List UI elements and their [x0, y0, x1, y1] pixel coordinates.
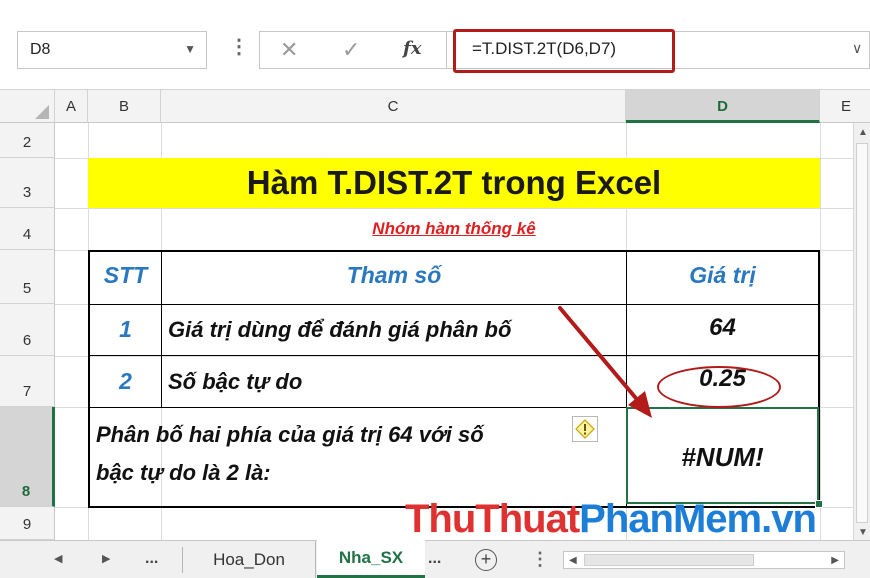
column-header-d[interactable]: D	[626, 90, 820, 123]
column-header-a[interactable]: A	[55, 90, 88, 123]
watermark-logo: ThuThuatPhanMem.vn	[405, 497, 817, 541]
select-all-corner[interactable]	[0, 90, 55, 123]
row-header-6[interactable]: 6	[0, 304, 55, 356]
row-header-5[interactable]: 5	[0, 250, 55, 304]
row-header-7[interactable]: 7	[0, 356, 55, 407]
row-header-9[interactable]: 9	[0, 507, 55, 540]
name-box[interactable]: D8 ▼	[17, 31, 207, 69]
row-header-8[interactable]: 8	[0, 407, 55, 507]
formula-text[interactable]: =T.DIST.2T(D6,D7)	[472, 39, 616, 59]
sheet-tab-bar: ◀ ▶ ... Hoa_Don Nha_SX ... + ⋮ ◀ ▶	[0, 540, 870, 578]
column-header-e[interactable]: E	[841, 90, 853, 123]
enter-icon[interactable]: ✓	[342, 37, 360, 63]
tab-splitter-icon[interactable]: ⋮	[531, 549, 549, 570]
scroll-down-icon[interactable]: ▼	[858, 527, 868, 538]
more-sheets-right[interactable]: ...	[428, 550, 441, 568]
horizontal-scroll-thumb[interactable]	[584, 554, 754, 566]
horizontal-scrollbar[interactable]: ◀ ▶	[563, 551, 845, 569]
formula-buttons: ✕ ✓ fx	[259, 31, 447, 69]
tab-hoa-don[interactable]: Hoa_Don	[183, 541, 316, 578]
row-header-3[interactable]: 3	[0, 158, 55, 208]
column-headers: A B C D	[0, 90, 870, 123]
fx-icon[interactable]: fx	[403, 38, 421, 59]
warning-icon[interactable]	[572, 416, 598, 442]
tab-nha-sx[interactable]: Nha_SX	[317, 540, 425, 578]
row-header-2[interactable]: 2	[0, 123, 55, 158]
column-header-c[interactable]: C	[161, 90, 626, 123]
add-sheet-icon[interactable]: +	[475, 549, 497, 571]
cancel-icon[interactable]: ✕	[280, 37, 298, 63]
more-sheets-left[interactable]: ...	[145, 550, 158, 568]
chevron-down-icon[interactable]: ▼	[184, 42, 196, 56]
column-header-b[interactable]: B	[88, 90, 161, 123]
arrow-right-icon[interactable]: ▶	[102, 552, 110, 565]
scroll-up-icon[interactable]: ▲	[858, 127, 868, 138]
formula-bar-grip-icon: ⋮	[229, 36, 249, 58]
vertical-scrollbar[interactable]: ▲ ▼	[853, 123, 870, 540]
scroll-left-icon[interactable]: ◀	[569, 555, 577, 566]
row-header-4[interactable]: 4	[0, 208, 55, 250]
vertical-scroll-thumb[interactable]	[856, 143, 868, 523]
worksheet-grid[interactable]: Hàm T.DIST.2T trong Excel Nhóm hàm thống…	[55, 123, 853, 540]
annotation-arrow	[558, 306, 652, 418]
expand-formula-bar-icon[interactable]: ∨	[852, 40, 862, 57]
formula-bar: D8 ▼ ⋮ ✕ ✓ fx =T.DIST.2T(D6,D7) ∨	[0, 0, 870, 90]
arrow-left-icon[interactable]: ◀	[54, 552, 62, 565]
scroll-right-icon[interactable]: ▶	[831, 555, 839, 566]
name-box-value: D8	[30, 41, 51, 58]
